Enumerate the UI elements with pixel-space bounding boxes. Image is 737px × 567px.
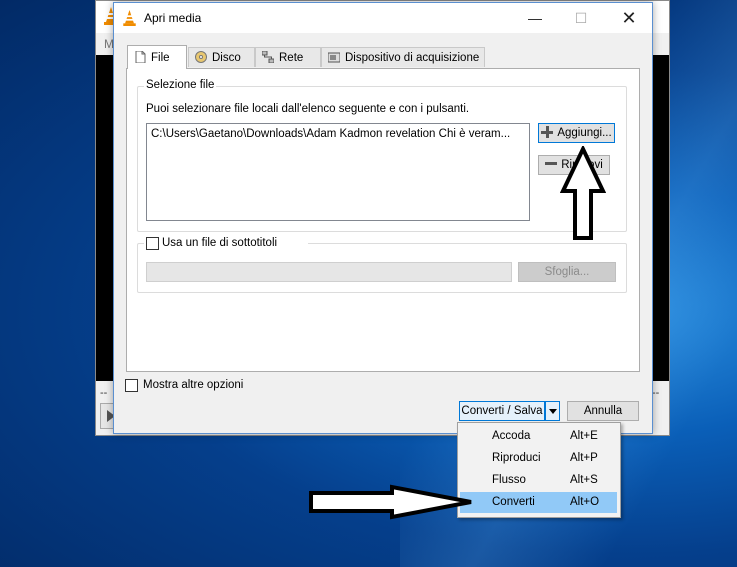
right-arrow-annotation-icon (309, 484, 472, 520)
menu-item-convert[interactable]: Converti Alt+O (460, 492, 617, 513)
subtitles-header: Usa un file di sottotitoli (144, 237, 308, 251)
tab-disc-label: Disco (212, 52, 241, 64)
subtitles-group: Usa un file di sottotitoli Sfoglia... (137, 237, 627, 293)
cancel-button[interactable]: Annulla (567, 401, 639, 421)
convert-save-button[interactable]: Converti / Salva (459, 401, 545, 421)
add-file-button[interactable]: Aggiungi... (538, 123, 615, 143)
subtitles-checkbox[interactable] (146, 237, 159, 250)
chevron-down-icon (549, 409, 557, 414)
tab-disc[interactable]: Disco (188, 47, 255, 67)
capture-device-icon (328, 52, 340, 63)
list-item[interactable]: C:\Users\Gaetano\Downloads\Adam Kadmon r… (151, 128, 510, 140)
tab-file[interactable]: File (127, 45, 187, 69)
show-more-options-label: Mostra altre opzioni (143, 379, 244, 391)
show-more-options-checkbox[interactable] (125, 379, 138, 392)
tab-capture-device[interactable]: Dispositivo di acquisizione (321, 47, 485, 67)
menu-item-label: Accoda (492, 430, 531, 442)
menu-item-label: Riproduci (492, 452, 541, 464)
disc-icon (195, 51, 207, 63)
dialog-title: Apri media (144, 11, 202, 25)
tab-file-label: File (151, 52, 170, 64)
elapsed-time: -- (100, 387, 108, 399)
add-file-label: Aggiungi... (557, 127, 612, 139)
minus-icon (545, 162, 558, 165)
menu-item-stream[interactable]: Flusso Alt+S (460, 470, 617, 491)
tab-network[interactable]: Rete (255, 47, 321, 67)
subtitles-checkbox-label: Usa un file di sottotitoli (162, 237, 278, 249)
network-icon (262, 51, 274, 63)
browse-subtitle-button[interactable]: Sfoglia... (518, 262, 616, 282)
menu-item-play[interactable]: Riproduci Alt+P (460, 448, 617, 469)
convert-save-dropdown-button[interactable] (545, 401, 560, 421)
menu-item-shortcut: Alt+P (570, 452, 598, 464)
dialog-titlebar: Apri media — ☐ ✕ (114, 3, 652, 33)
vlc-cone-icon (123, 10, 136, 26)
menu-item-shortcut: Alt+E (570, 430, 598, 442)
tab-capture-device-label: Dispositivo di acquisizione (345, 52, 480, 64)
plus-icon (541, 126, 554, 138)
maximize-button[interactable]: ☐ (558, 3, 604, 33)
menu-item-label: Flusso (492, 474, 526, 486)
close-button[interactable]: ✕ (606, 3, 652, 33)
up-arrow-annotation-icon (560, 146, 606, 240)
file-list[interactable]: C:\Users\Gaetano\Downloads\Adam Kadmon r… (146, 123, 530, 221)
file-selection-title: Selezione file (144, 79, 217, 91)
subtitle-path-input[interactable] (146, 262, 512, 282)
menu-item-enqueue[interactable]: Accoda Alt+E (460, 426, 617, 447)
convert-save-dropdown-menu: Accoda Alt+E Riproduci Alt+P Flusso Alt+… (457, 422, 621, 518)
menu-item-label: Converti (492, 496, 535, 508)
minimize-button[interactable]: — (512, 3, 558, 33)
file-icon (135, 51, 146, 63)
file-selection-group: Selezione file Puoi selezionare file loc… (137, 79, 627, 232)
total-time: -- (652, 387, 660, 399)
menu-item-shortcut: Alt+S (570, 474, 598, 486)
file-selection-hint: Puoi selezionare file locali dall'elenco… (146, 103, 470, 115)
tab-network-label: Rete (279, 52, 304, 64)
menu-item-shortcut: Alt+O (570, 496, 600, 508)
